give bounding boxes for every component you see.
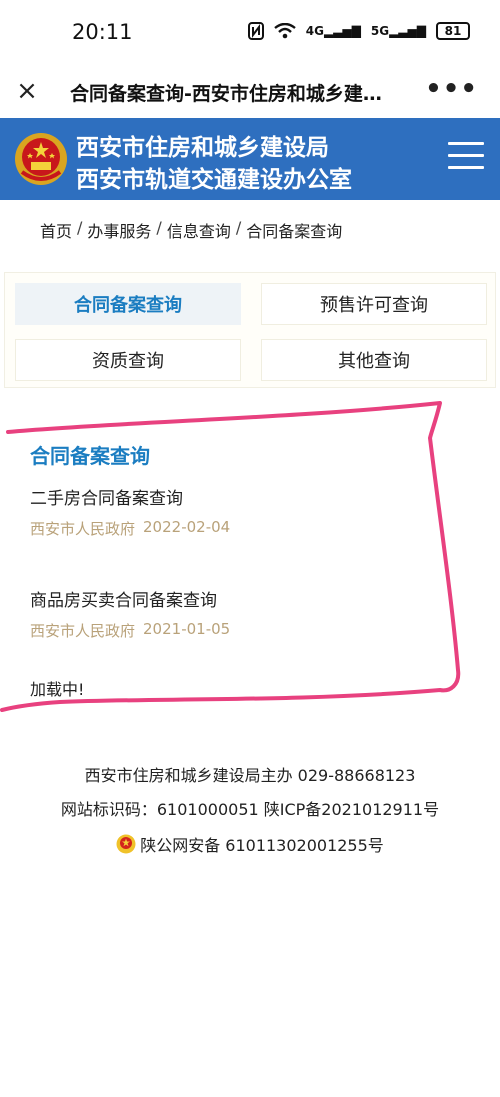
signal-icon-2: 5G▂▃▅▇ bbox=[370, 24, 426, 38]
results-section: 合同备案查询 二手房合同备案查询 西安市人民政府 2022-02-04 商品房买… bbox=[0, 412, 500, 712]
nfc-icon bbox=[247, 22, 264, 40]
list-item-meta: 西安市人民政府 2022-02-04 bbox=[30, 518, 230, 539]
close-icon[interactable]: × bbox=[14, 78, 40, 104]
signal-label-1: 4G bbox=[305, 24, 324, 38]
breadcrumb-separator: / bbox=[156, 218, 162, 237]
breadcrumb-separator: / bbox=[235, 218, 242, 237]
national-emblem-icon bbox=[15, 133, 67, 185]
list-item-meta: 西安市人民政府 2021-01-05 bbox=[30, 620, 230, 641]
status-time: 20:11 bbox=[72, 20, 133, 44]
query-tabs: 合同备案查询 预售许可查询 资质查询 其他查询 bbox=[4, 272, 496, 388]
site-header: 西安市住房和城乡建设局 西安市轨道交通建设办公室 bbox=[0, 118, 500, 200]
breadcrumb-separator: / bbox=[77, 218, 83, 237]
breadcrumb: 首页 / 办事服务 / 信息查询 / 合同备案查询 bbox=[40, 218, 342, 242]
tab-contract-filing[interactable]: 合同备案查询 bbox=[15, 283, 241, 325]
breadcrumb-services[interactable]: 办事服务 bbox=[87, 218, 151, 242]
footer-police-record[interactable]: 陕公网安备 61011302001255号 bbox=[0, 832, 500, 856]
wifi-icon bbox=[274, 23, 296, 39]
item-source: 西安市人民政府 bbox=[30, 520, 136, 538]
section-title: 合同备案查询 bbox=[30, 444, 150, 468]
police-record-text: 陕公网安备 61011302001255号 bbox=[140, 836, 384, 855]
battery-icon: 81 bbox=[436, 22, 470, 40]
footer-site-id: 网站标识码：6101000051 陕ICP备2021012911号 bbox=[60, 800, 440, 819]
item-date: 2021-01-05 bbox=[143, 620, 231, 638]
item-source: 西安市人民政府 bbox=[30, 622, 136, 640]
breadcrumb-info-query[interactable]: 信息查询 bbox=[167, 218, 231, 242]
battery-level: 81 bbox=[444, 24, 462, 38]
item-date: 2022-02-04 bbox=[143, 518, 231, 536]
signal-label-2: 5G bbox=[370, 24, 390, 38]
status-bar: 20:11 4G▂▃▅▇ 5G▂▃▅▇ 81 bbox=[0, 0, 500, 66]
list-item-title[interactable]: 二手房合同备案查询 bbox=[30, 484, 183, 509]
loading-text: 加载中! bbox=[30, 680, 85, 699]
status-icons: 4G▂▃▅▇ 5G▂▃▅▇ 81 bbox=[247, 22, 470, 40]
signal-icon: 4G▂▃▅▇ bbox=[305, 24, 361, 38]
list-item-title[interactable]: 商品房买卖合同备案查询 bbox=[30, 586, 217, 611]
tab-presale-permit[interactable]: 预售许可查询 bbox=[261, 283, 487, 325]
site-name-line1: 西安市住房和城乡建设局 bbox=[76, 134, 329, 161]
footer-sponsor: 西安市住房和城乡建设局主办 029-88668123 bbox=[84, 766, 416, 785]
browser-title-bar: × 合同备案查询-西安市住房和城乡建… ••• bbox=[0, 66, 500, 118]
hamburger-menu-icon[interactable] bbox=[448, 142, 484, 174]
site-name-line2: 西安市轨道交通建设办公室 bbox=[76, 166, 352, 193]
tab-other[interactable]: 其他查询 bbox=[261, 339, 487, 381]
tab-qualification[interactable]: 资质查询 bbox=[15, 339, 241, 381]
police-badge-icon bbox=[116, 834, 136, 854]
breadcrumb-current: 合同备案查询 bbox=[246, 222, 343, 241]
more-options-icon[interactable]: ••• bbox=[425, 74, 478, 104]
breadcrumb-home[interactable]: 首页 bbox=[40, 218, 72, 242]
page-title: 合同备案查询-西安市住房和城乡建… bbox=[70, 83, 382, 105]
